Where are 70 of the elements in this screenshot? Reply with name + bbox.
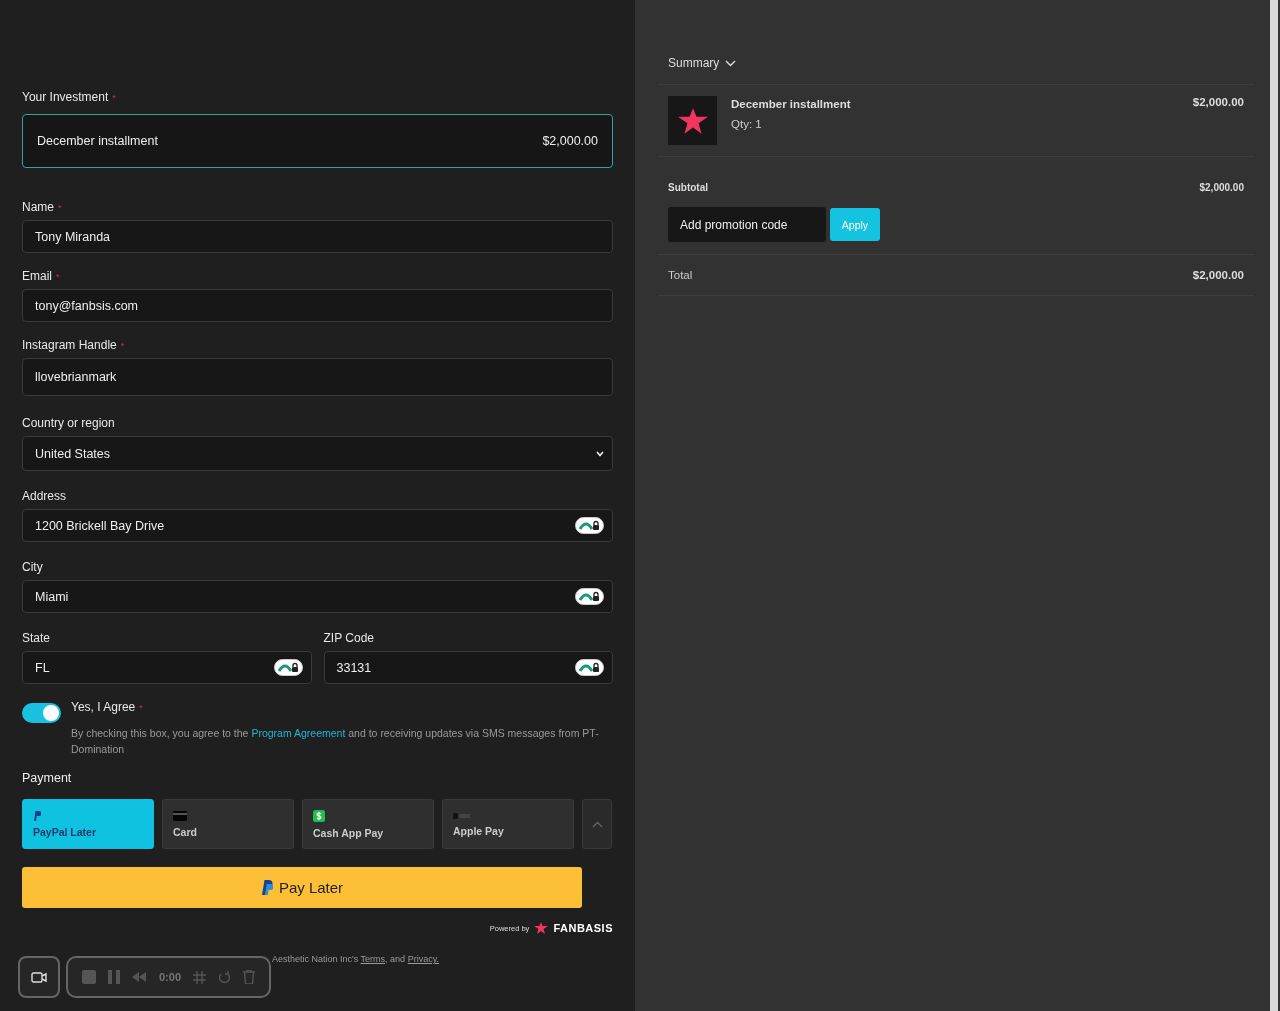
agreement-text: By checking this box, you agree to the Program Agreement and to receiving updates via SMS messages from PT-Domination [71, 726, 600, 757]
total-label: Total [668, 269, 693, 281]
field-label: Your Investment [22, 90, 109, 104]
input-field[interactable]: tony@fanbsis.com [22, 289, 613, 322]
field-label: ZIP Code [323, 631, 374, 645]
camera-button[interactable] [18, 956, 60, 998]
legal-text: Aesthetic Nation Inc's Terms, and Privacy. [272, 954, 440, 964]
input-field[interactable]: 1200 Brickell Bay Drive [22, 509, 613, 542]
rewind-icon[interactable] [132, 972, 147, 982]
scrollbar[interactable] [1270, 0, 1278, 1011]
paypal-icon [260, 880, 273, 895]
required-mark: * [56, 272, 60, 282]
chevron-up-icon [591, 820, 603, 828]
grid-icon[interactable] [193, 970, 207, 984]
summary-title: Summary [668, 56, 720, 70]
field-label: Email [22, 269, 52, 283]
input-field[interactable]: FL [22, 651, 312, 684]
required-mark: * [139, 703, 143, 713]
password-manager-icon[interactable] [273, 659, 303, 676]
agree-label: Yes, I Agree [71, 700, 136, 714]
required-mark: * [58, 203, 62, 213]
dollar-icon [313, 809, 325, 822]
field-label: Address [22, 489, 67, 503]
recording-time: 0:00 [159, 971, 182, 983]
password-manager-icon[interactable] [575, 517, 604, 534]
input-field[interactable]: Tony Miranda [22, 220, 613, 253]
privacy-link[interactable]: Privacy. [407, 954, 439, 964]
required-mark: * [112, 93, 116, 103]
total-value: $2,000.00 [1192, 269, 1244, 281]
input-field[interactable]: Miami [22, 580, 613, 613]
collapse-button[interactable] [582, 799, 612, 849]
program-agreement-link[interactable]: Program Agreement [251, 727, 346, 739]
password-manager-icon[interactable] [575, 659, 604, 676]
subtotal-value: $2,000.00 [1199, 182, 1244, 193]
payment-method-tab[interactable]: Cash App Pay [302, 799, 434, 849]
payment-method-tab[interactable]: Apple Pay [442, 799, 574, 849]
field-label: Instagram Handle [22, 338, 117, 352]
trash-icon[interactable] [243, 970, 256, 984]
item-name: December installment [731, 98, 852, 110]
investment-option[interactable]: December installment $2,000.00 [22, 114, 613, 168]
subtotal-label: Subtotal [668, 182, 708, 193]
input-field[interactable]: llovebrianmark [22, 358, 613, 396]
star-logo-icon [677, 107, 708, 134]
pause-icon[interactable] [108, 970, 120, 984]
field-label: Country or region [22, 416, 115, 430]
input-field[interactable]: 33131 [323, 651, 613, 684]
chevron-down-icon[interactable] [725, 59, 737, 67]
video-camera-icon [31, 971, 47, 983]
required-mark: * [120, 341, 125, 351]
rotate-icon[interactable] [218, 970, 232, 984]
fanbasis-logo: FANBASIS [553, 922, 613, 934]
agree-toggle[interactable] [22, 703, 61, 723]
star-logo-icon [534, 922, 549, 934]
payment-heading: Payment [22, 771, 73, 785]
chevron-down-icon [596, 450, 604, 457]
promotion-code-field[interactable]: Add promotion code [668, 207, 826, 242]
country-select[interactable]: United States [22, 436, 613, 471]
stop-icon[interactable] [82, 970, 96, 984]
apple-pay-icon [453, 811, 471, 820]
field-label: State [22, 631, 51, 645]
card-icon [173, 810, 187, 821]
password-manager-icon[interactable] [575, 588, 604, 605]
item-price: $2,000.00 [1192, 96, 1244, 110]
payment-method-tab[interactable]: PayPal Later [22, 799, 154, 849]
item-quantity: Qty: 1 [731, 118, 763, 130]
payment-method-tab[interactable]: Card [162, 799, 294, 849]
field-label: City [22, 560, 43, 574]
paypal-icon [33, 810, 41, 821]
pay-later-button[interactable]: Pay Later [22, 867, 582, 908]
field-label: Name [22, 200, 54, 214]
